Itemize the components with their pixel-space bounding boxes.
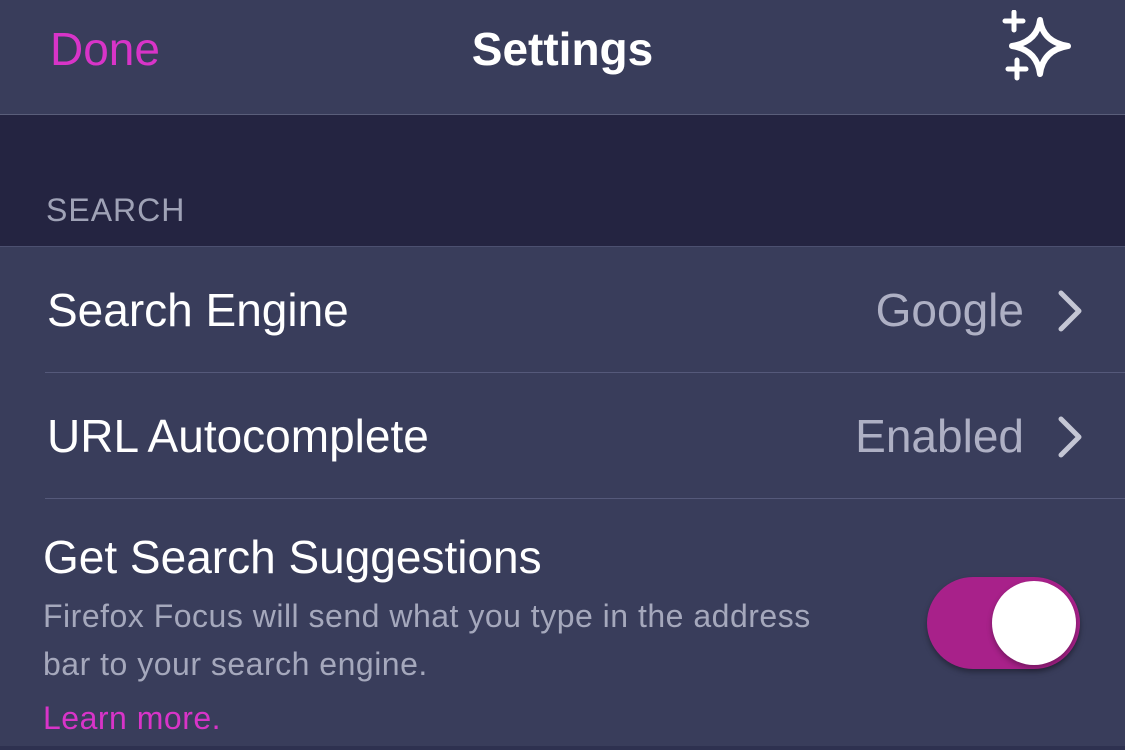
search-engine-value: Google: [875, 284, 1024, 336]
sparkle-icon: [1002, 9, 1071, 81]
navigation-bar: Done Settings: [0, 0, 1125, 115]
search-suggestions-description: Firefox Focus will send what you type in…: [43, 598, 811, 682]
page-title: Settings: [471, 23, 654, 75]
search-engine-label: Search Engine: [47, 284, 349, 336]
url-autocomplete-label: URL Autocomplete: [47, 410, 429, 462]
whats-new-button[interactable]: [1000, 9, 1080, 84]
row-divider: [45, 498, 1125, 499]
bottom-divider: [0, 746, 1125, 750]
section-header-search: SEARCH: [46, 192, 186, 228]
search-suggestions-label: Get Search Suggestions: [43, 531, 542, 583]
chevron-right-icon: [1058, 416, 1082, 458]
chevron-right-icon: [1058, 290, 1082, 332]
search-engine-row[interactable]: Search Engine Google: [0, 247, 1125, 373]
toggle-knob: [992, 581, 1076, 665]
section-header-band: SEARCH: [0, 115, 1125, 247]
learn-more-link[interactable]: Learn more.: [43, 700, 221, 737]
url-autocomplete-value: Enabled: [855, 410, 1024, 462]
url-autocomplete-row[interactable]: URL Autocomplete Enabled: [0, 373, 1125, 499]
search-suggestions-toggle[interactable]: [927, 577, 1080, 669]
